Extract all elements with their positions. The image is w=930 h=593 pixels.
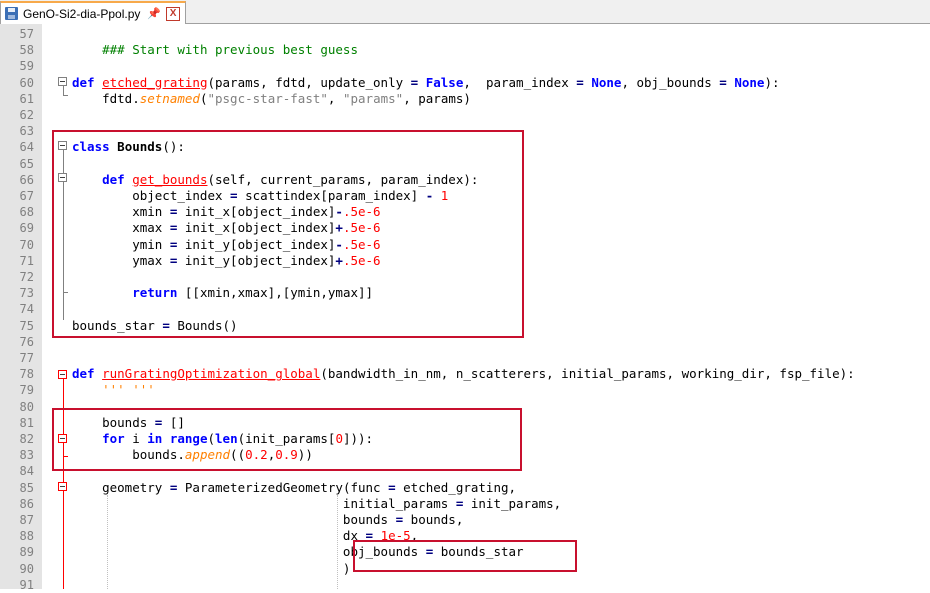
line-number: 63 <box>19 124 34 139</box>
code-token: "psgc-star-fast" <box>207 90 328 106</box>
saved-file-icon <box>5 7 18 20</box>
code-line[interactable]: bounds = bounds, <box>72 512 463 528</box>
code-line[interactable]: geometry = ParameterizedGeometry(func = … <box>72 480 516 496</box>
line-number: 78 <box>19 367 34 382</box>
code-token: ) <box>72 560 351 576</box>
code-token: dx <box>72 528 366 544</box>
line-number: 76 <box>19 334 34 349</box>
line-number: 64 <box>19 140 34 155</box>
fold-toggle-icon[interactable] <box>58 77 67 86</box>
fold-line <box>63 86 64 95</box>
code-editor[interactable]: ### Start with previous best guess def et… <box>0 24 930 592</box>
line-number: 68 <box>19 205 34 220</box>
line-number: 67 <box>19 189 34 203</box>
code-token: (bandwidth_in_nm, n_scatterers, initial_… <box>320 366 855 382</box>
code-token: bounds <box>72 512 396 527</box>
line-number: 62 <box>19 108 34 122</box>
code-line[interactable]: ''' ''' <box>72 382 155 398</box>
code-line[interactable]: initial_params = init_params, <box>72 496 561 512</box>
code-token: geometry <box>72 479 170 495</box>
highlight-box-bounds-class <box>52 130 524 338</box>
code-token: runGratingOptimization_global <box>102 366 321 382</box>
code-line[interactable]: ) <box>72 560 351 577</box>
code-token: , <box>327 90 343 106</box>
line-number: 81 <box>19 415 34 430</box>
code-token: etched_grating <box>102 74 208 90</box>
line-number: 60 <box>19 75 34 90</box>
code-token: = <box>719 74 727 90</box>
code-token: def <box>72 366 95 382</box>
code-line[interactable]: fdtd.setnamed("psgc-star-fast", "params"… <box>72 91 471 107</box>
indent-guide <box>107 495 108 589</box>
code-line[interactable]: def etched_grating(params, fdtd, update_… <box>72 75 780 91</box>
code-token: "params" <box>342 90 404 106</box>
code-token: False <box>425 74 464 90</box>
line-number: 74 <box>19 302 34 317</box>
code-token: ParameterizedGeometry(func <box>177 479 389 495</box>
line-number: 79 <box>19 383 34 398</box>
code-token: = <box>576 74 584 90</box>
line-number: 80 <box>19 399 34 414</box>
line-number: 84 <box>19 464 34 479</box>
line-number: 90 <box>19 561 34 576</box>
highlight-box-bounds-loop <box>52 408 522 471</box>
line-number: 57 <box>19 27 34 41</box>
line-number: 88 <box>19 529 34 544</box>
line-number: 65 <box>19 156 34 171</box>
code-token: init_params, <box>463 495 562 511</box>
line-number: 87 <box>19 513 34 527</box>
code-token: = <box>395 512 404 527</box>
code-token: ''' ''' <box>102 382 155 398</box>
code-line[interactable]: ### Start with previous best guess <box>72 42 358 58</box>
code-line[interactable]: def runGratingOptimization_global(bandwi… <box>72 366 855 382</box>
line-number: 77 <box>19 351 34 365</box>
fold-toggle-icon[interactable] <box>58 482 67 491</box>
line-number: 70 <box>19 237 34 252</box>
code-token: initial_params <box>72 495 456 511</box>
line-number: 75 <box>19 318 34 333</box>
code-token: etched_grating, <box>395 479 517 495</box>
code-token: (params, fdtd, update_only <box>207 74 411 90</box>
code-token: None <box>591 74 622 90</box>
tab-bar: GenO-Si2-dia-Ppol.py 📌 X <box>0 0 930 24</box>
fold-toggle-icon[interactable] <box>58 370 67 379</box>
line-number: 72 <box>19 270 34 284</box>
line-number: 59 <box>19 59 34 74</box>
code-token: None <box>734 74 765 90</box>
line-number: 86 <box>19 496 34 511</box>
line-number: 85 <box>19 480 34 495</box>
line-number: 83 <box>19 448 34 463</box>
pin-icon[interactable]: 📌 <box>147 7 161 20</box>
line-number: 66 <box>19 172 34 187</box>
indent-guide <box>337 495 338 589</box>
code-token: = <box>388 479 396 495</box>
line-number: 91 <box>19 577 34 592</box>
close-tab-icon[interactable]: X <box>166 6 181 21</box>
line-number: 61 <box>19 91 34 106</box>
code-token: , params) <box>403 90 471 106</box>
line-number: 69 <box>19 221 34 236</box>
code-token: setnamed <box>139 90 200 106</box>
code-token: def <box>72 74 95 90</box>
highlight-box-obj-bounds <box>353 540 577 572</box>
fold-end <box>63 95 68 96</box>
tab-title: GenO-Si2-dia-Ppol.py <box>23 6 141 21</box>
line-number: 71 <box>19 253 34 268</box>
line-number: 89 <box>19 545 34 560</box>
line-number: 82 <box>19 432 34 446</box>
code-token: , obj_bounds <box>621 74 720 90</box>
code-token: ### Start with previous best guess <box>102 42 358 58</box>
file-tab[interactable]: GenO-Si2-dia-Ppol.py 📌 X <box>0 1 186 24</box>
line-number: 58 <box>19 43 34 58</box>
line-number: 73 <box>19 286 34 301</box>
code-token: ): <box>764 74 780 90</box>
code-token: fdtd. <box>72 90 140 106</box>
code-token: bounds, <box>403 512 464 527</box>
code-token: , param_index <box>463 74 577 90</box>
